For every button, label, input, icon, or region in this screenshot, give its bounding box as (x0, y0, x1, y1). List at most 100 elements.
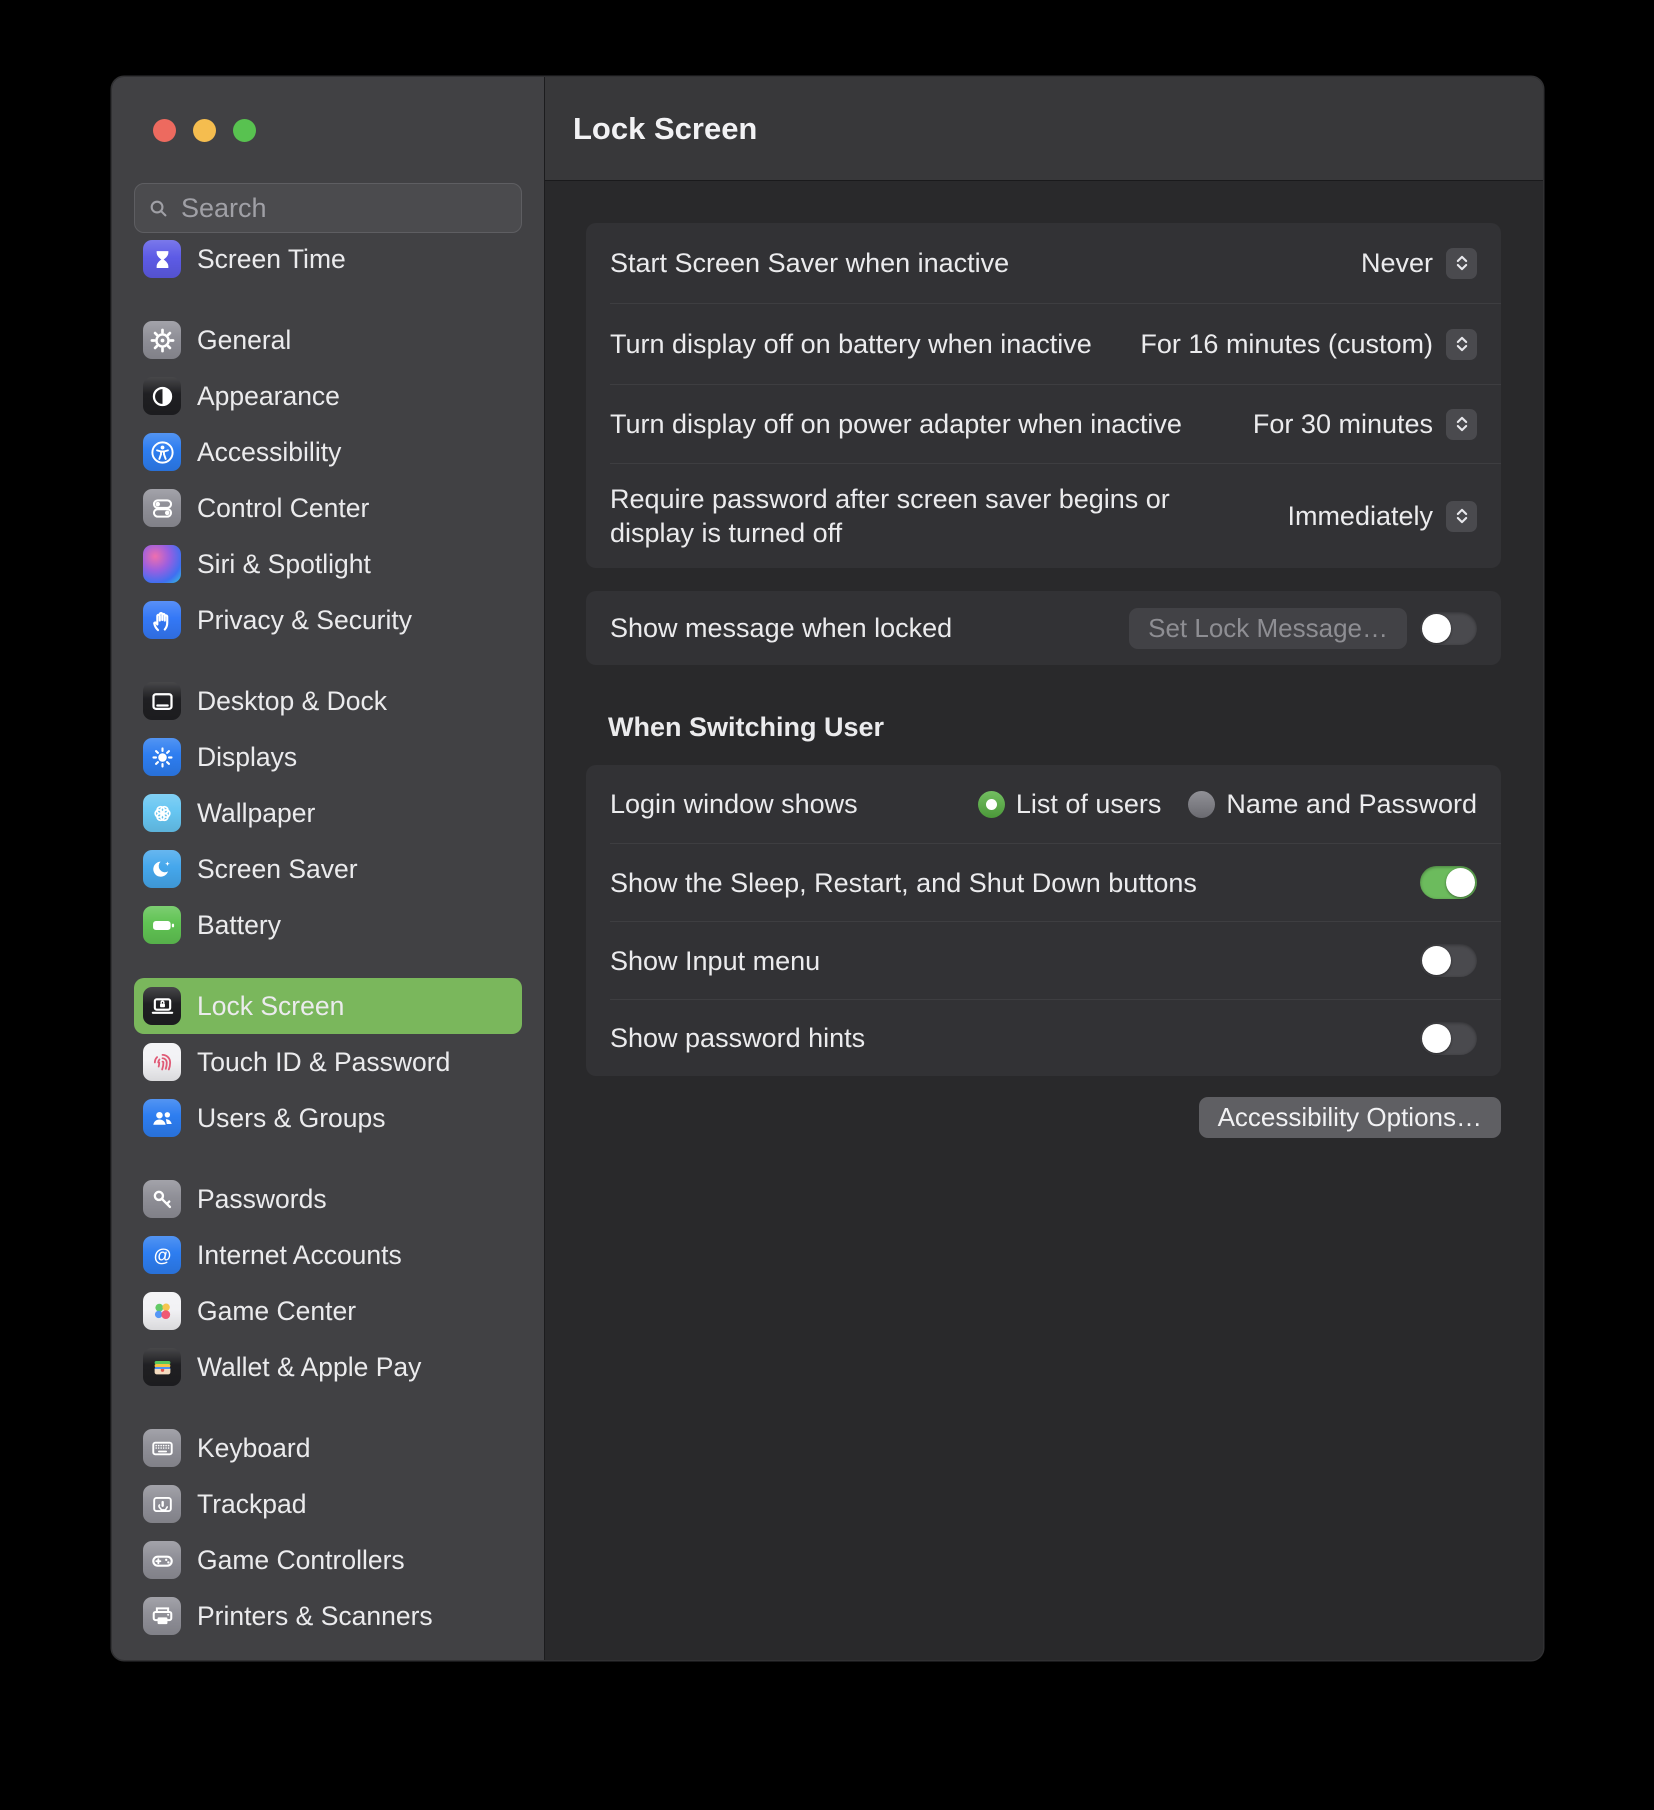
dropdown-stepper-icon[interactable] (1446, 247, 1477, 279)
setting-label: Show the Sleep, Restart, and Shut Down b… (610, 867, 1197, 898)
wallpaper-flower-icon (143, 794, 181, 832)
setting-row-start-screen-saver-when-inactive: Start Screen Saver when inactive Never (586, 223, 1501, 303)
sidebar-item-internet-accounts[interactable]: @ Internet Accounts (134, 1227, 522, 1283)
sidebar-item-label: Screen Saver (197, 853, 358, 884)
setting-control: Immediately (1287, 500, 1477, 532)
setting-row-turn-display-off-on-power-adapter-when-i: Turn display off on power adapter when i… (586, 385, 1501, 463)
sidebar-item-wallet-apple-pay[interactable]: Wallet & Apple Pay (134, 1339, 522, 1395)
dropdown-stepper-icon[interactable] (1446, 408, 1477, 440)
sidebar-group: General Appearance Accessibility Control Ce… (134, 312, 522, 648)
sidebar-item-label: Accessibility (197, 436, 342, 467)
keyboard-icon (143, 1429, 181, 1467)
page-title: Lock Screen (573, 110, 758, 146)
passwords-key-icon (143, 1180, 181, 1218)
sidebar-item-label: Wallpaper (197, 797, 316, 828)
radio-option-list-of-users[interactable]: List of users (977, 788, 1162, 820)
sidebar-item-appearance[interactable]: Appearance (134, 368, 522, 424)
search-input[interactable] (179, 191, 509, 225)
header: Lock Screen (545, 77, 1543, 181)
desktop-dock-icon (143, 682, 181, 720)
sidebar-item-keyboard[interactable]: Keyboard (134, 1420, 522, 1476)
sidebar-item-accessibility[interactable]: Accessibility (134, 424, 522, 480)
radio-selected-icon[interactable] (977, 790, 1005, 818)
row-label: Login window shows (610, 789, 858, 819)
sidebar-item-trackpad[interactable]: Trackpad (134, 1476, 522, 1532)
sidebar-item-printers-scanners[interactable]: Printers & Scanners (134, 1588, 522, 1644)
sidebar-item-wallpaper[interactable]: Wallpaper (134, 785, 522, 841)
radio-label: List of users (1015, 788, 1162, 819)
sidebar-item-label: Passwords (197, 1183, 327, 1214)
row-label: Show message when locked (610, 613, 953, 643)
toggle-show-the-sleep-restart-and-shut-down-but[interactable] (1420, 866, 1477, 899)
sidebar-item-label: Internet Accounts (197, 1239, 402, 1270)
trackpad-icon (143, 1485, 181, 1523)
minimize-button[interactable] (193, 119, 216, 142)
sidebar-item-siri-spotlight[interactable]: Siri & Spotlight (134, 536, 522, 592)
sidebar-item-lock-screen[interactable]: Lock Screen (134, 978, 522, 1034)
toggle-row-show-password-hints: Show password hints (586, 1000, 1501, 1076)
sidebar-item-label: Game Controllers (197, 1544, 405, 1575)
toggle-knob (1422, 946, 1451, 975)
close-button[interactable] (153, 119, 176, 142)
radio-label: Name and Password (1226, 788, 1477, 819)
sidebar-item-touch-id-password[interactable]: Touch ID & Password (134, 1034, 522, 1090)
sidebar-item-passwords[interactable]: Passwords (134, 1171, 522, 1227)
sidebar-item-label: Keyboard (197, 1432, 311, 1463)
screen-time-icon (143, 240, 181, 278)
setting-control: Never (1360, 247, 1477, 279)
dropdown-stepper-icon[interactable] (1446, 500, 1477, 532)
selected-value: Never (1360, 247, 1433, 278)
sidebar-item-label: Touch ID & Password (197, 1046, 451, 1077)
login-window-row: Login window shows List of users Name and… (586, 765, 1501, 843)
switching-user-card: Login window shows List of users Name and… (586, 765, 1501, 1076)
sidebar-item-control-center[interactable]: Control Center (134, 480, 522, 536)
sidebar-item-screen-time[interactable]: Screen Time (134, 240, 522, 287)
sidebar-group: Keyboard Trackpad Game Controllers Printers… (134, 1420, 522, 1644)
sidebar-item-game-center[interactable]: Game Center (134, 1283, 522, 1339)
toggle-knob (1422, 1023, 1451, 1053)
sidebar-group: Lock Screen Touch ID & Password Users & Gr… (134, 978, 522, 1146)
sidebar-item-game-controllers[interactable]: Game Controllers (134, 1532, 522, 1588)
inactivity-settings-card: Start Screen Saver when inactive Never Tur… (586, 223, 1501, 568)
show-message-toggle[interactable] (1420, 611, 1477, 645)
sidebar-item-label: Lock Screen (197, 990, 345, 1021)
set-lock-message-button[interactable]: Set Lock Message… (1129, 607, 1407, 649)
sidebar: Screen Time General Appearance Accessibilit… (112, 77, 545, 1660)
battery-icon (143, 906, 181, 944)
sidebar-item-label: Appearance (197, 380, 340, 411)
toggle-show-input-menu[interactable] (1420, 944, 1477, 977)
main-pane: Lock Screen Start Screen Saver when inac… (545, 77, 1543, 1660)
selected-value: Immediately (1287, 500, 1433, 531)
sidebar-item-displays[interactable]: Displays (134, 729, 522, 785)
sidebar-item-privacy-security[interactable]: Privacy & Security (134, 592, 522, 648)
sidebar-item-label: Displays (197, 741, 298, 772)
sidebar-item-desktop-dock[interactable]: Desktop & Dock (134, 673, 522, 729)
dropdown-stepper-icon[interactable] (1446, 328, 1477, 360)
login-window-radio-group: List of users Name and Password (977, 788, 1477, 820)
zoom-button[interactable] (233, 119, 256, 142)
toggle-show-password-hints[interactable] (1420, 1021, 1477, 1055)
sidebar-item-general[interactable]: General (134, 312, 522, 368)
accessibility-options-button[interactable]: Accessibility Options… (1198, 1097, 1501, 1138)
row-controls: Set Lock Message… (1129, 607, 1477, 649)
search-field[interactable] (134, 183, 522, 233)
wallet-icon (143, 1348, 181, 1386)
touch-id-icon (143, 1043, 181, 1081)
toggle-row-show-the-sleep-restart-and-shut-down-but: Show the Sleep, Restart, and Shut Down b… (586, 844, 1501, 921)
sidebar-item-label: Screen Time (197, 243, 346, 274)
traffic-lights (153, 119, 256, 142)
selected-value: For 30 minutes (1252, 408, 1433, 439)
at-sign-icon: @ (143, 1236, 181, 1274)
control-center-icon (143, 489, 181, 527)
radio-option-name-and-password[interactable]: Name and Password (1188, 789, 1477, 820)
sidebar-item-users-groups[interactable]: Users & Groups (134, 1090, 522, 1146)
sidebar-item-screen-saver[interactable]: Screen Saver (134, 841, 522, 897)
printer-icon (143, 1597, 181, 1635)
setting-row-turn-display-off-on-battery-when-inactiv: Turn display off on battery when inactiv… (586, 304, 1501, 384)
sidebar-item-label: Control Center (197, 492, 370, 523)
sidebar-item-label: Siri & Spotlight (197, 548, 371, 579)
radio-unselected-icon[interactable] (1188, 790, 1216, 818)
selected-value: For 16 minutes (custom) (1140, 328, 1433, 359)
sidebar-item-battery[interactable]: Battery (134, 897, 522, 953)
appearance-icon (143, 377, 181, 415)
